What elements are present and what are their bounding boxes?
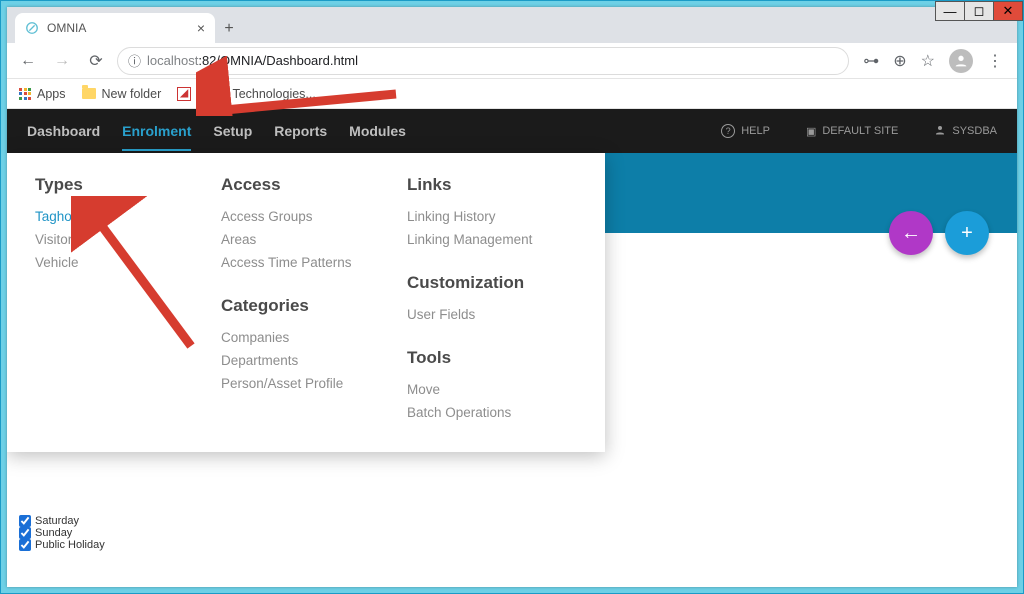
nav-help-label: HELP bbox=[741, 125, 770, 137]
browser-window: OMNIA × + ← → ⟳ ⓘ localhost:82/OMNIA/Das… bbox=[7, 7, 1017, 587]
nav-user[interactable]: SYSDBA bbox=[934, 124, 997, 139]
check-sunday-label: Sunday bbox=[35, 527, 72, 539]
nav-dashboard[interactable]: Dashboard bbox=[27, 111, 100, 151]
browser-right-icons: ⊶ ⊕ ☆ ⋮ bbox=[857, 49, 1009, 73]
window-minimize-button[interactable]: — bbox=[935, 1, 965, 21]
url-path: :82/OMNIA/Dashboard.html bbox=[198, 53, 358, 68]
nav-utilities: ? HELP ▣ DEFAULT SITE SYSDBA bbox=[721, 124, 997, 139]
check-sunday-input[interactable] bbox=[19, 527, 31, 539]
fab-group: ← + bbox=[889, 211, 989, 255]
url-text: localhost:82/OMNIA/Dashboard.html bbox=[147, 53, 358, 68]
nav-back-button[interactable]: ← bbox=[15, 48, 41, 74]
profile-avatar-icon[interactable] bbox=[949, 49, 973, 73]
mega-col-access-categories: Access Access Groups Areas Access Time P… bbox=[221, 175, 391, 424]
menu-tagholders[interactable]: Tagholders bbox=[35, 205, 205, 228]
menu-linking-history[interactable]: Linking History bbox=[407, 205, 577, 228]
window-close-button[interactable]: ✕ bbox=[993, 1, 1023, 21]
mega-col-types: Types Tagholders Visitor Vehicle bbox=[35, 175, 205, 424]
url-field[interactable]: ⓘ localhost:82/OMNIA/Dashboard.html bbox=[117, 47, 849, 75]
saved-password-icon[interactable]: ⊶ bbox=[863, 51, 879, 71]
address-bar-row: ← → ⟳ ⓘ localhost:82/OMNIA/Dashboard.htm… bbox=[7, 43, 1017, 79]
nav-enrolment[interactable]: Enrolment bbox=[122, 111, 191, 151]
nav-site-label: DEFAULT SITE bbox=[822, 125, 898, 137]
menu-user-fields[interactable]: User Fields bbox=[407, 303, 577, 326]
enrolment-mega-menu: Types Tagholders Visitor Vehicle Access … bbox=[7, 153, 605, 452]
mega-col-links-custom-tools: Links Linking History Linking Management… bbox=[407, 175, 577, 424]
folder-icon bbox=[82, 88, 96, 99]
zoom-icon[interactable]: ⊕ bbox=[893, 51, 906, 71]
bookmark-impro[interactable]: ◢ Impro Technologies... bbox=[177, 87, 316, 101]
mega-heading-links: Links bbox=[407, 175, 577, 195]
menu-move[interactable]: Move bbox=[407, 378, 577, 401]
window-frame: — ◻ ✕ OMNIA × + ← → ⟳ ⓘ localhost:82/OMN… bbox=[0, 0, 1024, 594]
check-sunday[interactable]: Sunday bbox=[19, 527, 105, 539]
nav-reports[interactable]: Reports bbox=[274, 111, 327, 151]
user-icon bbox=[934, 124, 946, 139]
mega-heading-categories: Categories bbox=[221, 296, 391, 316]
check-saturday[interactable]: Saturday bbox=[19, 515, 105, 527]
bookmark-apps-label: Apps bbox=[37, 87, 66, 101]
nav-reload-button[interactable]: ⟳ bbox=[83, 48, 109, 74]
browser-tab[interactable]: OMNIA × bbox=[15, 13, 215, 43]
window-titlebar-buttons: — ◻ ✕ bbox=[936, 1, 1023, 23]
nav-forward-button[interactable]: → bbox=[49, 48, 75, 74]
check-saturday-label: Saturday bbox=[35, 515, 79, 527]
bookmark-new-folder[interactable]: New folder bbox=[82, 87, 162, 101]
menu-person-asset-profile[interactable]: Person/Asset Profile bbox=[221, 372, 391, 395]
browser-menu-icon[interactable]: ⋮ bbox=[987, 51, 1003, 71]
bookmark-impro-label: Impro Technologies... bbox=[197, 87, 316, 101]
bookmark-apps[interactable]: Apps bbox=[19, 87, 66, 101]
bookmark-new-folder-label: New folder bbox=[102, 87, 162, 101]
menu-companies[interactable]: Companies bbox=[221, 326, 391, 349]
menu-linking-management[interactable]: Linking Management bbox=[407, 228, 577, 251]
url-host: localhost bbox=[147, 53, 198, 68]
menu-access-groups[interactable]: Access Groups bbox=[221, 205, 391, 228]
bookmark-star-icon[interactable]: ☆ bbox=[921, 51, 935, 71]
fab-back-button[interactable]: ← bbox=[889, 211, 933, 255]
nav-setup[interactable]: Setup bbox=[213, 111, 252, 151]
app-nav: Dashboard Enrolment Setup Reports Module… bbox=[7, 109, 1017, 153]
check-public-holiday-input[interactable] bbox=[19, 539, 31, 551]
site-info-icon[interactable]: ⓘ bbox=[128, 51, 141, 70]
menu-areas[interactable]: Areas bbox=[221, 228, 391, 251]
site-icon: ▣ bbox=[806, 125, 816, 138]
mega-heading-tools: Tools bbox=[407, 348, 577, 368]
tab-favicon-icon bbox=[25, 21, 39, 35]
nav-help[interactable]: ? HELP bbox=[721, 124, 770, 138]
menu-access-time-patterns[interactable]: Access Time Patterns bbox=[221, 251, 391, 274]
mega-heading-access: Access bbox=[221, 175, 391, 195]
menu-departments[interactable]: Departments bbox=[221, 349, 391, 372]
content-area: ← + Types Tagholders Visitor Vehicle Acc… bbox=[7, 153, 1017, 587]
apps-grid-icon bbox=[19, 88, 31, 100]
check-public-holiday[interactable]: Public Holiday bbox=[19, 539, 105, 551]
tab-close-icon[interactable]: × bbox=[197, 20, 205, 36]
menu-batch-operations[interactable]: Batch Operations bbox=[407, 401, 577, 424]
help-icon: ? bbox=[721, 124, 735, 138]
nav-modules[interactable]: Modules bbox=[349, 111, 406, 151]
fab-add-button[interactable]: + bbox=[945, 211, 989, 255]
menu-visitor[interactable]: Visitor bbox=[35, 228, 205, 251]
mega-heading-types: Types bbox=[35, 175, 205, 195]
impro-icon: ◢ bbox=[177, 87, 191, 101]
mega-heading-customization: Customization bbox=[407, 273, 577, 293]
nav-user-label: SYSDBA bbox=[952, 125, 997, 137]
menu-vehicle[interactable]: Vehicle bbox=[35, 251, 205, 274]
tab-title: OMNIA bbox=[47, 21, 86, 35]
window-maximize-button[interactable]: ◻ bbox=[964, 1, 994, 21]
check-saturday-input[interactable] bbox=[19, 515, 31, 527]
new-tab-button[interactable]: + bbox=[215, 15, 243, 43]
bookmarks-bar: Apps New folder ◢ Impro Technologies... bbox=[7, 79, 1017, 109]
check-public-holiday-label: Public Holiday bbox=[35, 539, 105, 551]
nav-site[interactable]: ▣ DEFAULT SITE bbox=[806, 125, 898, 138]
tab-strip: OMNIA × + bbox=[7, 7, 1017, 43]
weekday-checkboxes: Saturday Sunday Public Holiday bbox=[19, 515, 105, 551]
app-root: Dashboard Enrolment Setup Reports Module… bbox=[7, 109, 1017, 587]
